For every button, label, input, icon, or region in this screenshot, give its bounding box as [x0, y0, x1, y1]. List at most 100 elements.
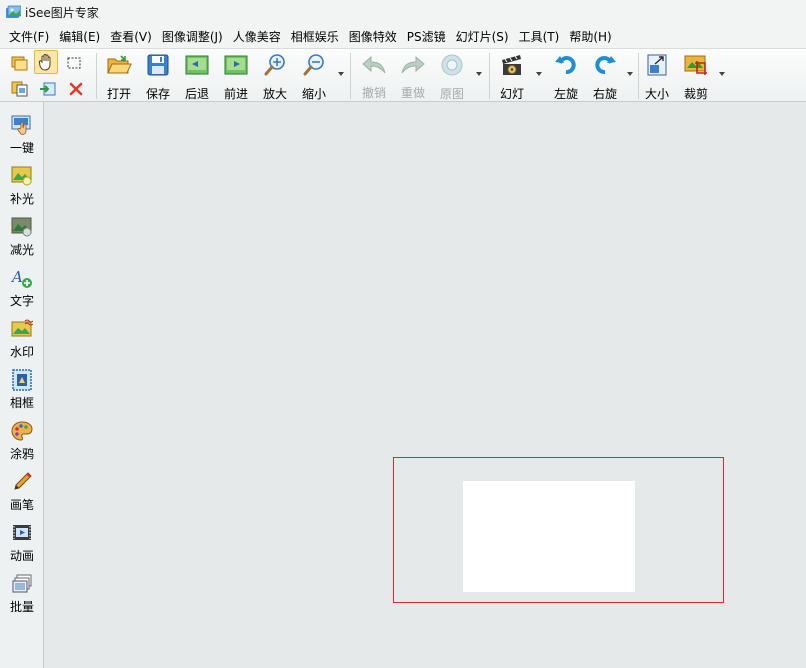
sidebar-item-frame[interactable]: 相框 [0, 361, 44, 411]
sidebar-item-brighten[interactable]: 补光 [0, 157, 44, 207]
darken-image-icon [10, 216, 34, 238]
slideshow-button[interactable]: 幻灯 [493, 53, 531, 101]
original-label: 原图 [439, 87, 464, 101]
marquee-icon [67, 57, 81, 69]
sidebar-label: 画笔 [9, 498, 34, 512]
sidebar-item-batch[interactable]: 批量 [0, 565, 44, 615]
rect-select-button[interactable] [62, 51, 86, 75]
import-icon [40, 82, 56, 96]
menu-frame-fun[interactable]: 相框娱乐 [286, 25, 344, 47]
sidebar-item-brush[interactable]: 画笔 [0, 463, 44, 513]
zoom-in-label: 放大 [262, 87, 287, 101]
crop-button[interactable]: 裁剪 [677, 53, 715, 101]
sidebar-item-watermark[interactable]: 水印 [0, 310, 44, 360]
app-logo-icon [6, 5, 22, 19]
zoom-out-label: 缩小 [301, 87, 326, 101]
sidebar-label: 水印 [9, 345, 34, 359]
sidebar-label: 涂鸦 [9, 447, 34, 461]
menu-slideshow[interactable]: 幻灯片(S) [451, 25, 514, 47]
open-folder-icon [106, 53, 132, 77]
browse-folder-button[interactable] [8, 51, 32, 75]
redo-arrow-icon [400, 53, 426, 76]
zoom-in-icon [262, 53, 288, 77]
rotate-right-icon [592, 53, 618, 77]
slideshow-label: 幻灯 [499, 87, 524, 101]
menu-bar: 文件(F) 编辑(E) 查看(V) 图像调整(J) 人像美容 相框娱乐 图像特效… [0, 24, 806, 48]
next-image-icon [223, 53, 249, 77]
back-label: 后退 [184, 87, 209, 101]
crop-label: 裁剪 [683, 87, 708, 101]
image-canvas[interactable] [44, 102, 806, 668]
folder-stack-icon [11, 56, 28, 71]
copy-image-button[interactable] [8, 77, 32, 101]
rotate-left-icon [553, 53, 579, 77]
hand-tool-button[interactable] [34, 50, 58, 74]
save-label: 保存 [145, 87, 170, 101]
forward-button[interactable]: 前进 [217, 53, 255, 101]
menu-file[interactable]: 文件(F) [4, 25, 54, 47]
menu-help[interactable]: 帮助(H) [564, 25, 616, 47]
toolbar-divider [350, 53, 351, 99]
film-reel-icon [499, 53, 525, 77]
menu-image-adjust[interactable]: 图像调整(J) [157, 25, 228, 47]
back-button[interactable]: 后退 [178, 53, 216, 101]
original-image-button[interactable]: 原图 [433, 53, 471, 101]
zoom-dropdown-chevron-down-icon[interactable] [338, 72, 344, 76]
zoom-in-button[interactable]: 放大 [256, 53, 294, 101]
open-button[interactable]: 打开 [100, 53, 138, 101]
animation-film-icon [10, 522, 34, 544]
undo-button[interactable]: 撤销 [355, 53, 393, 101]
sidebar-item-darken[interactable]: 减光 [0, 208, 44, 258]
left-sidebar: 一键 补光 减光 A 文字 水印 相框 涂鸦 画笔 动画 批量 [0, 102, 44, 668]
sidebar-item-graffiti[interactable]: 涂鸦 [0, 412, 44, 462]
zoom-out-icon [301, 53, 327, 77]
crop-icon [683, 53, 709, 77]
sidebar-item-one-click[interactable]: 一键 [0, 106, 44, 156]
watermark-icon [10, 318, 34, 340]
paint-palette-icon [10, 420, 34, 442]
resize-button[interactable]: 大小 [638, 53, 676, 101]
navigator-thumbnail[interactable] [463, 481, 635, 592]
resize-icon [644, 53, 670, 77]
rotate-left-button[interactable]: 左旋 [547, 53, 585, 101]
batch-images-icon [10, 573, 34, 595]
menu-image-effects[interactable]: 图像特效 [344, 25, 402, 47]
navigator-viewport-frame[interactable] [393, 457, 724, 603]
menu-ps-filters[interactable]: PS滤镜 [402, 25, 451, 47]
crop-dropdown-chevron-down-icon[interactable] [719, 72, 725, 76]
copy-icon [11, 81, 28, 97]
rotate-right-label: 右旋 [592, 87, 617, 101]
text-add-icon: A [10, 267, 34, 289]
view-dropdown-chevron-down-icon[interactable] [476, 72, 482, 76]
menu-tools[interactable]: 工具(T) [514, 25, 565, 47]
svg-text:A: A [11, 268, 23, 286]
undo-arrow-icon [361, 53, 387, 76]
previous-image-icon [184, 53, 210, 77]
forward-label: 前进 [223, 87, 248, 101]
menu-portrait-beauty[interactable]: 人像美容 [228, 25, 286, 47]
save-button[interactable]: 保存 [139, 53, 177, 101]
sidebar-item-animation[interactable]: 动画 [0, 514, 44, 564]
redo-button[interactable]: 重做 [394, 53, 432, 101]
menu-view[interactable]: 查看(V) [105, 25, 157, 47]
undo-label: 撤销 [361, 86, 386, 100]
zoom-out-button[interactable]: 缩小 [295, 53, 333, 101]
close-icon [69, 82, 83, 96]
sidebar-label: 补光 [9, 192, 34, 206]
delete-button[interactable] [64, 77, 88, 101]
rotate-left-label: 左旋 [553, 87, 578, 101]
window-title: iSee图片专家 [25, 5, 99, 20]
hand-icon [38, 54, 51, 71]
toolbar-divider [96, 53, 97, 99]
menu-edit[interactable]: 编辑(E) [54, 25, 105, 47]
slideshow-dropdown-chevron-down-icon[interactable] [536, 72, 542, 76]
sidebar-label: 一键 [9, 141, 34, 155]
sidebar-item-text[interactable]: A 文字 [0, 259, 44, 309]
sidebar-label: 文字 [9, 294, 34, 308]
sidebar-label: 批量 [9, 600, 34, 614]
rotate-right-button[interactable]: 右旋 [586, 53, 624, 101]
rotate-dropdown-chevron-down-icon[interactable] [627, 72, 633, 76]
floppy-disk-icon [145, 53, 171, 77]
main-toolbar: 打开 保存 后退 前进 放大 缩小 撤销 重做 原图 幻灯 左旋 右旋 大小 裁… [0, 48, 806, 102]
paste-image-button[interactable] [36, 77, 60, 101]
